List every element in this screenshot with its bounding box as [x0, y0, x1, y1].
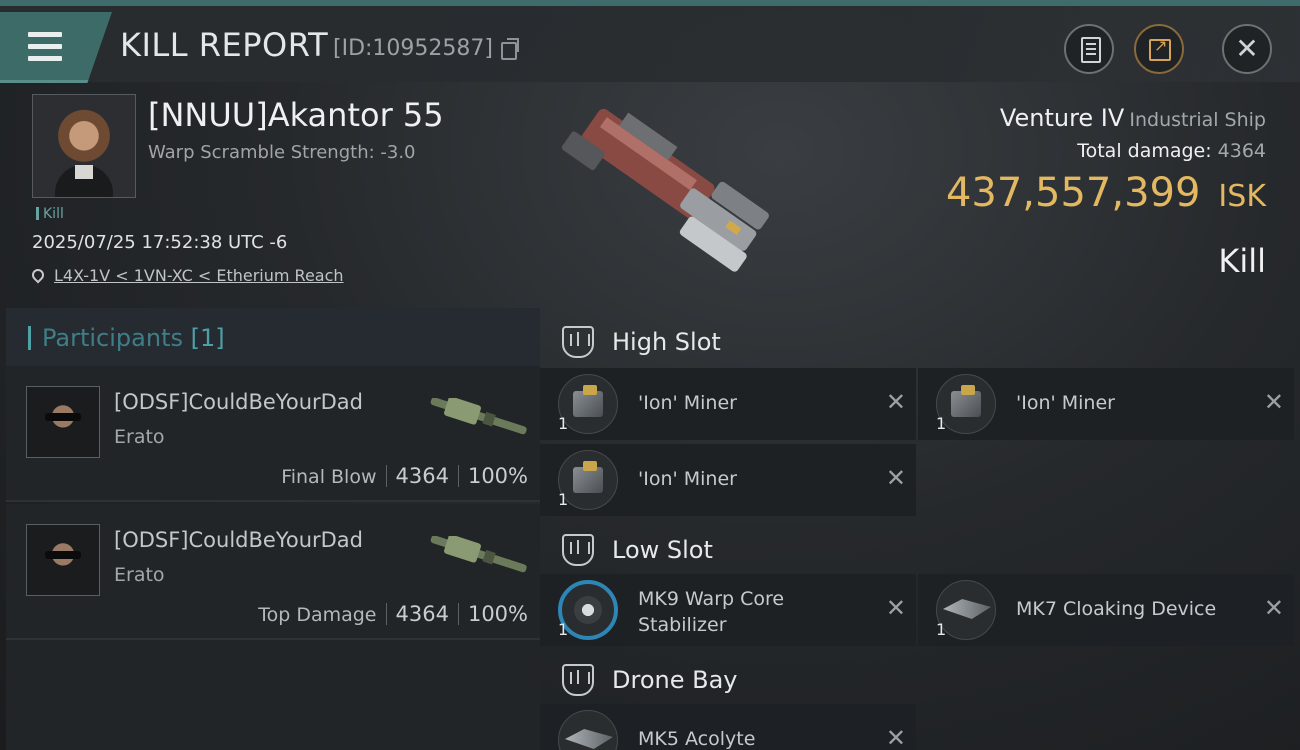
participant-card[interactable]: [ODSF]CouldBeYourDad Erato Top Damage 436… — [6, 504, 540, 640]
ship-render — [561, 108, 769, 272]
participant-damage: 4364 — [395, 464, 449, 488]
participant-stats: Top Damage 4364 100% — [258, 602, 528, 626]
clipboard-button[interactable] — [1064, 24, 1114, 74]
close-button[interactable]: ✕ — [1222, 24, 1272, 74]
destroyed-x-icon: ✕ — [885, 594, 906, 622]
low-slot-title: Low Slot — [612, 536, 713, 564]
kill-location[interactable]: L4X-1V < 1VN-XC < Etherium Reach — [29, 266, 344, 285]
header-bar: KILL REPORT [ID:10952587] ✕ — [0, 6, 1300, 83]
module-slot[interactable]: 1 MK5 Acolyte ✕ — [540, 704, 916, 750]
module-slot[interactable]: 1 MK9 Warp Core Stabilizer ✕ — [540, 574, 916, 646]
victim-name[interactable]: [NNUU]Akantor 55 — [148, 96, 444, 134]
module-qty: 1 — [936, 414, 947, 433]
total-damage-value: 4364 — [1217, 140, 1266, 162]
drone-icon — [558, 710, 618, 750]
destroyed-x-icon: ✕ — [1263, 594, 1284, 622]
participant-name[interactable]: [ODSF]CouldBeYourDad — [114, 528, 363, 552]
kill-summary: [NNUU]Akantor 55 Warp Scramble Strength:… — [0, 82, 1300, 304]
destroyed-x-icon: ✕ — [885, 464, 906, 492]
low-slot-header: Low Slot — [540, 516, 1300, 580]
weapon-icon — [430, 536, 527, 573]
isk-unit: ISK — [1218, 179, 1266, 214]
drone-bay-title: Drone Bay — [612, 666, 738, 694]
ship-class: Industrial Ship — [1129, 109, 1266, 131]
share-button[interactable] — [1134, 24, 1184, 74]
module-qty: 1 — [936, 620, 947, 639]
module-slot[interactable]: 1 'Ion' Miner ✕ — [540, 368, 916, 440]
location-pin-icon — [29, 266, 47, 284]
module-name: 'Ion' Miner — [1016, 392, 1115, 414]
slot-icon — [562, 534, 594, 566]
participants-count: [1] — [190, 324, 225, 352]
menu-button[interactable] — [0, 12, 112, 83]
destroyed-x-icon: ✕ — [1263, 388, 1284, 416]
weapon-icon — [430, 398, 527, 435]
ship-name[interactable]: Venture IV — [1000, 104, 1124, 132]
ship-info: Venture IV Industrial Ship — [1000, 104, 1266, 132]
slot-icon — [562, 326, 594, 358]
share-icon — [1149, 36, 1171, 61]
module-slot[interactable]: 1 'Ion' Miner ✕ — [540, 444, 916, 516]
participants-label: Participants — [42, 324, 183, 352]
isk-value: 437,557,399 — [945, 170, 1201, 216]
warp-scramble-strength: Warp Scramble Strength: -3.0 — [148, 142, 416, 163]
module-slot[interactable]: 1 'Ion' Miner ✕ — [918, 368, 1294, 440]
participant-stats: Final Blow 4364 100% — [281, 464, 528, 488]
participant-role: Final Blow — [281, 466, 377, 488]
victim-portrait[interactable] — [32, 94, 136, 198]
participant-name[interactable]: [ODSF]CouldBeYourDad — [114, 390, 363, 414]
isk-loss: 437,557,399 ISK — [946, 170, 1266, 216]
participant-damage: 4364 — [395, 602, 449, 626]
kill-result: Kill — [1218, 242, 1266, 280]
clipboard-icon — [1081, 37, 1101, 63]
destroyed-x-icon: ✕ — [885, 388, 906, 416]
participant-card[interactable]: [ODSF]CouldBeYourDad Erato Final Blow 436… — [6, 366, 540, 502]
page-title: KILL REPORT — [120, 26, 329, 64]
drone-bay-header: Drone Bay — [540, 646, 1300, 710]
module-name: 'Ion' Miner — [638, 392, 737, 414]
module-name: MK5 Acolyte — [638, 728, 756, 750]
module-name: MK9 Warp Core Stabilizer — [638, 588, 785, 636]
high-slot-header: High Slot — [540, 308, 1300, 372]
report-id: [ID:10952587] — [333, 36, 493, 61]
high-slot-title: High Slot — [612, 328, 721, 356]
kill-tag: Kill — [36, 206, 64, 222]
close-icon: ✕ — [1235, 32, 1259, 65]
module-qty: 1 — [558, 620, 569, 639]
participant-percent: 100% — [467, 602, 528, 626]
kill-report-window: KILL REPORT [ID:10952587] ✕ [NNUU]Akanto… — [0, 0, 1300, 750]
copy-icon[interactable] — [501, 38, 519, 60]
module-slot[interactable]: 1 MK7 Cloaking Device ✕ — [918, 574, 1294, 646]
location-link[interactable]: L4X-1V < 1VN-XC < Etherium Reach — [54, 266, 344, 285]
participant-role: Top Damage — [258, 604, 377, 626]
menu-icon — [28, 32, 62, 68]
participant-ship: Erato — [114, 564, 165, 586]
participant-avatar[interactable] — [26, 386, 100, 458]
participant-ship: Erato — [114, 426, 165, 448]
destroyed-x-icon: ✕ — [885, 724, 906, 750]
module-qty: 1 — [558, 414, 569, 433]
module-name: MK7 Cloaking Device — [1016, 598, 1217, 620]
total-damage-label: Total damage: — [1077, 140, 1212, 162]
module-qty: 1 — [558, 490, 569, 509]
participants-header: Participants [1] — [6, 308, 540, 366]
kill-datetime: 2025/07/25 17:52:38 UTC -6 — [32, 232, 288, 253]
total-damage: Total damage: 4364 — [1077, 140, 1266, 162]
module-name: 'Ion' Miner — [638, 468, 737, 490]
participants-empty-area — [6, 640, 540, 750]
participant-avatar[interactable] — [26, 524, 100, 596]
slot-icon — [562, 664, 594, 696]
participant-percent: 100% — [467, 464, 528, 488]
fitting-panel: High Slot 1 'Ion' Miner ✕ 1 'Ion' Miner … — [540, 304, 1300, 750]
